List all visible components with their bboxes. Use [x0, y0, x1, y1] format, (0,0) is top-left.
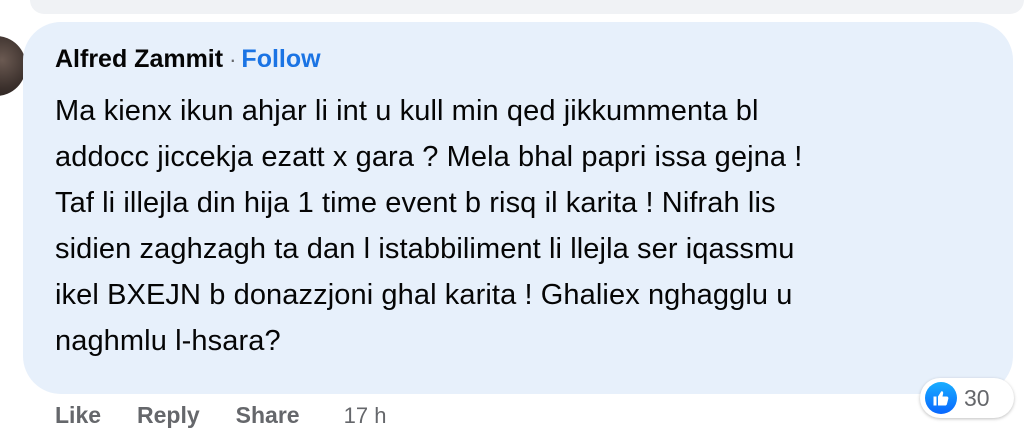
timestamp[interactable]: 17 h [344, 403, 387, 429]
reactions-badge[interactable]: 30 [920, 378, 1014, 418]
previous-comment-bubble [30, 0, 1024, 14]
comment-text: Ma kienx ikun ahjar li int u kull min qe… [55, 95, 803, 357]
follow-button[interactable]: Follow [241, 45, 320, 74]
comment-actions: Like Reply Share 17 h [55, 402, 386, 429]
like-thumb-icon [925, 382, 957, 414]
reaction-count: 30 [964, 384, 990, 411]
reply-button[interactable]: Reply [137, 402, 200, 429]
share-button[interactable]: Share [236, 402, 300, 429]
separator-dot: · [229, 47, 237, 72]
comment-header: Alfred Zammit · Follow [55, 45, 321, 81]
like-button[interactable]: Like [55, 402, 101, 429]
author-name[interactable]: Alfred Zammit [55, 45, 223, 74]
